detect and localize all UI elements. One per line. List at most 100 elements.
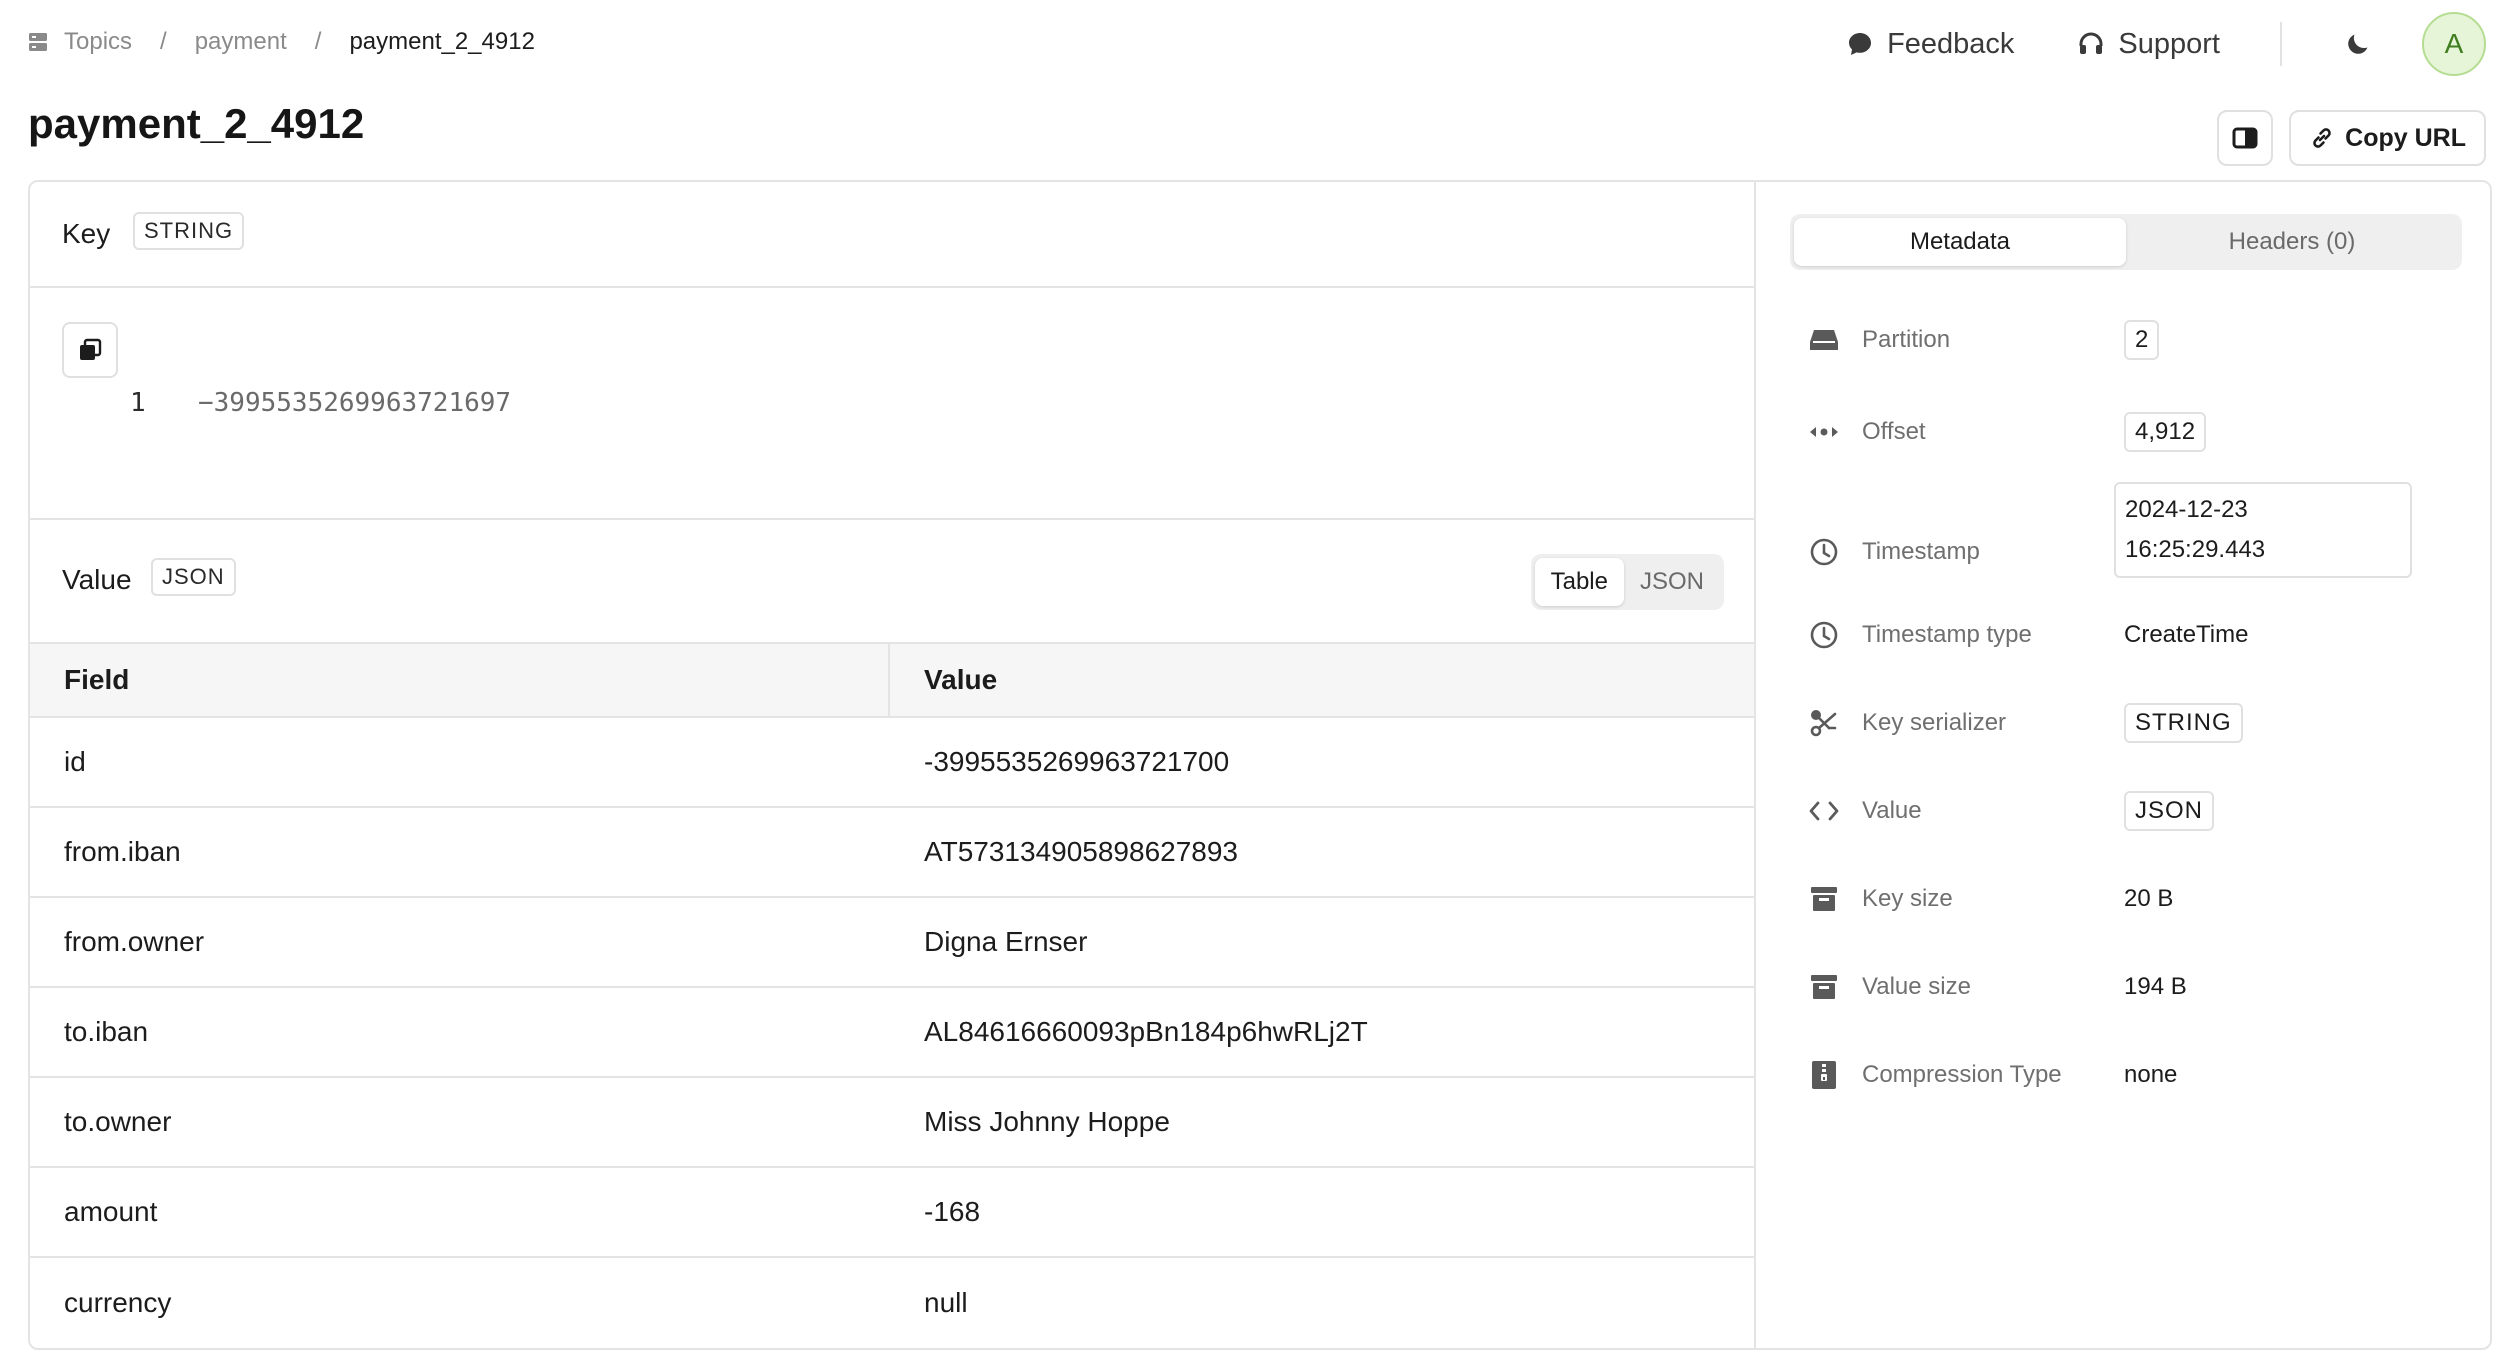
top-bar: Topics / payment / payment_2_4912 Feedba… — [0, 0, 2510, 88]
field-cell: currency — [64, 1287, 172, 1318]
headset-icon — [2079, 32, 2103, 54]
copy-url-button[interactable]: Copy URL — [2289, 110, 2486, 166]
moon-icon — [2348, 34, 2368, 54]
view-json-option[interactable]: JSON — [1624, 558, 1720, 606]
meta-value-serializer: Value JSON — [1756, 786, 2490, 836]
meta-timestamp-type: Timestamp type CreateTime — [1756, 610, 2490, 660]
value-cell: -168 — [924, 1196, 981, 1227]
value-table: Field Value id -3995535269963721700 from… — [30, 642, 1754, 1348]
side-tabs: Metadata Headers (0) — [1790, 214, 2462, 270]
copy-icon — [80, 338, 102, 360]
timestamp-type-value: CreateTime — [2124, 621, 2249, 648]
table-row: to.iban AL84616660093pBn184p6hwRLj2T — [30, 988, 1754, 1078]
zip-file-icon — [1808, 1059, 1840, 1091]
view-table-option[interactable]: Table — [1534, 558, 1624, 606]
key-serializer-value: STRING — [2124, 703, 2243, 743]
timestamp-label: Timestamp — [1862, 538, 1980, 565]
tab-metadata[interactable]: Metadata — [1794, 218, 2126, 266]
clock-icon — [1808, 536, 1840, 568]
compression-value: none — [2124, 1061, 2178, 1088]
link-icon — [2313, 128, 2331, 148]
meta-key-size: Key size 20 B — [1756, 874, 2490, 924]
table-row: from.owner Digna Ernser — [30, 898, 1754, 988]
meta-key-serializer: Key serializer STRING — [1756, 698, 2490, 748]
drive-icon — [1808, 324, 1840, 356]
meta-timestamp: Timestamp 2024-12-23 16:25:29.443 — [1756, 482, 2490, 622]
breadcrumb: Topics / payment / payment_2_4912 — [28, 28, 535, 56]
compression-label: Compression Type — [1862, 1061, 2062, 1088]
support-label: Support — [2118, 27, 2220, 60]
archive-icon — [1808, 883, 1840, 915]
column-header-value: Value — [924, 664, 998, 695]
value-type-badge: JSON — [151, 558, 236, 596]
value-size-label: Value size — [1862, 973, 1971, 1000]
metadata-pane: Metadata Headers (0) Partition 2 Offset … — [1756, 182, 2490, 1348]
value-serializer-value: JSON — [2124, 791, 2215, 831]
field-cell: from.iban — [64, 836, 181, 867]
support-link[interactable]: Support — [2078, 28, 2220, 61]
field-cell: from.owner — [64, 926, 205, 957]
breadcrumb-separator: / — [314, 28, 322, 55]
archive-icon — [1808, 971, 1840, 1003]
field-cell: to.iban — [64, 1016, 149, 1047]
sidebar-panel-icon — [2232, 127, 2258, 149]
line-number: 1 — [130, 388, 146, 418]
table-header-row: Field Value — [30, 644, 1754, 718]
clock-icon — [1808, 619, 1840, 651]
value-cell: AL84616660093pBn184p6hwRLj2T — [924, 1016, 1368, 1047]
feedback-label: Feedback — [1887, 27, 2015, 60]
value-serializer-label: Value — [1862, 797, 1922, 824]
key-label: Key — [62, 218, 111, 249]
table-row: amount -168 — [30, 1168, 1754, 1258]
breadcrumb-payment[interactable]: payment — [195, 28, 287, 56]
topics-icon — [29, 33, 47, 51]
value-label: Value — [62, 564, 132, 595]
nav-divider — [2280, 22, 2282, 66]
column-header-field: Field — [30, 644, 890, 716]
title-actions: Copy URL — [2217, 110, 2486, 166]
timestamp-date: 2024-12-23 — [2125, 496, 2248, 523]
tab-headers[interactable]: Headers (0) — [2126, 218, 2458, 266]
value-size-value: 194 B — [2124, 973, 2187, 1000]
value-cell: AT573134905898627893 — [924, 836, 1239, 867]
value-cell: Digna Ernser — [924, 926, 1088, 957]
breadcrumb-topics[interactable]: Topics — [64, 28, 132, 56]
field-cell: amount — [64, 1196, 158, 1227]
key-header: Key STRING — [30, 182, 1756, 288]
message-card: Key STRING 1 −3995535269963721697 Value … — [28, 180, 2492, 1350]
field-cell: to.owner — [64, 1106, 172, 1137]
key-content[interactable]: −3995535269963721697 — [198, 388, 511, 418]
meta-compression: Compression Type none — [1756, 1050, 2490, 1100]
feedback-link[interactable]: Feedback — [1847, 28, 2014, 61]
key-type-badge: STRING — [133, 212, 245, 250]
page-title: payment_2_4912 — [28, 100, 365, 147]
copy-key-button[interactable] — [62, 322, 118, 378]
key-size-label: Key size — [1862, 885, 1953, 912]
meta-value-size: Value size 194 B — [1756, 962, 2490, 1012]
meta-partition: Partition 2 — [1756, 315, 2490, 365]
toggle-panel-button[interactable] — [2217, 110, 2274, 166]
value-cell: -3995535269963721700 — [924, 746, 1230, 777]
code-icon — [1808, 795, 1840, 827]
copy-url-label: Copy URL — [2345, 123, 2466, 152]
table-row: from.iban AT573134905898627893 — [30, 808, 1754, 898]
breadcrumb-separator: / — [160, 28, 167, 55]
offset-label: Offset — [1862, 418, 1926, 445]
value-cell: Miss Johnny Hoppe — [924, 1106, 1170, 1137]
value-view-toggle: Table JSON — [1530, 554, 1724, 610]
chat-bubble-icon — [1849, 33, 1872, 55]
value-header: Value JSON Table JSON — [30, 520, 1756, 642]
field-cell: id — [64, 746, 86, 777]
message-content-pane: Key STRING 1 −3995535269963721697 Value … — [30, 182, 1756, 1348]
avatar[interactable]: A — [2422, 12, 2486, 76]
meta-offset: Offset 4,912 — [1756, 407, 2490, 457]
timestamp-time: 16:25:29.443 — [2125, 536, 2266, 563]
top-nav: Feedback Support A — [1847, 10, 2510, 78]
table-row: to.owner Miss Johnny Hoppe — [30, 1078, 1754, 1168]
partition-label: Partition — [1862, 326, 1951, 353]
theme-toggle[interactable] — [2338, 24, 2378, 64]
key-size-value: 20 B — [2124, 885, 2174, 912]
offset-value: 4,912 — [2124, 412, 2207, 452]
timestamp-type-label: Timestamp type — [1862, 621, 2032, 648]
key-graph-icon — [1808, 707, 1840, 739]
